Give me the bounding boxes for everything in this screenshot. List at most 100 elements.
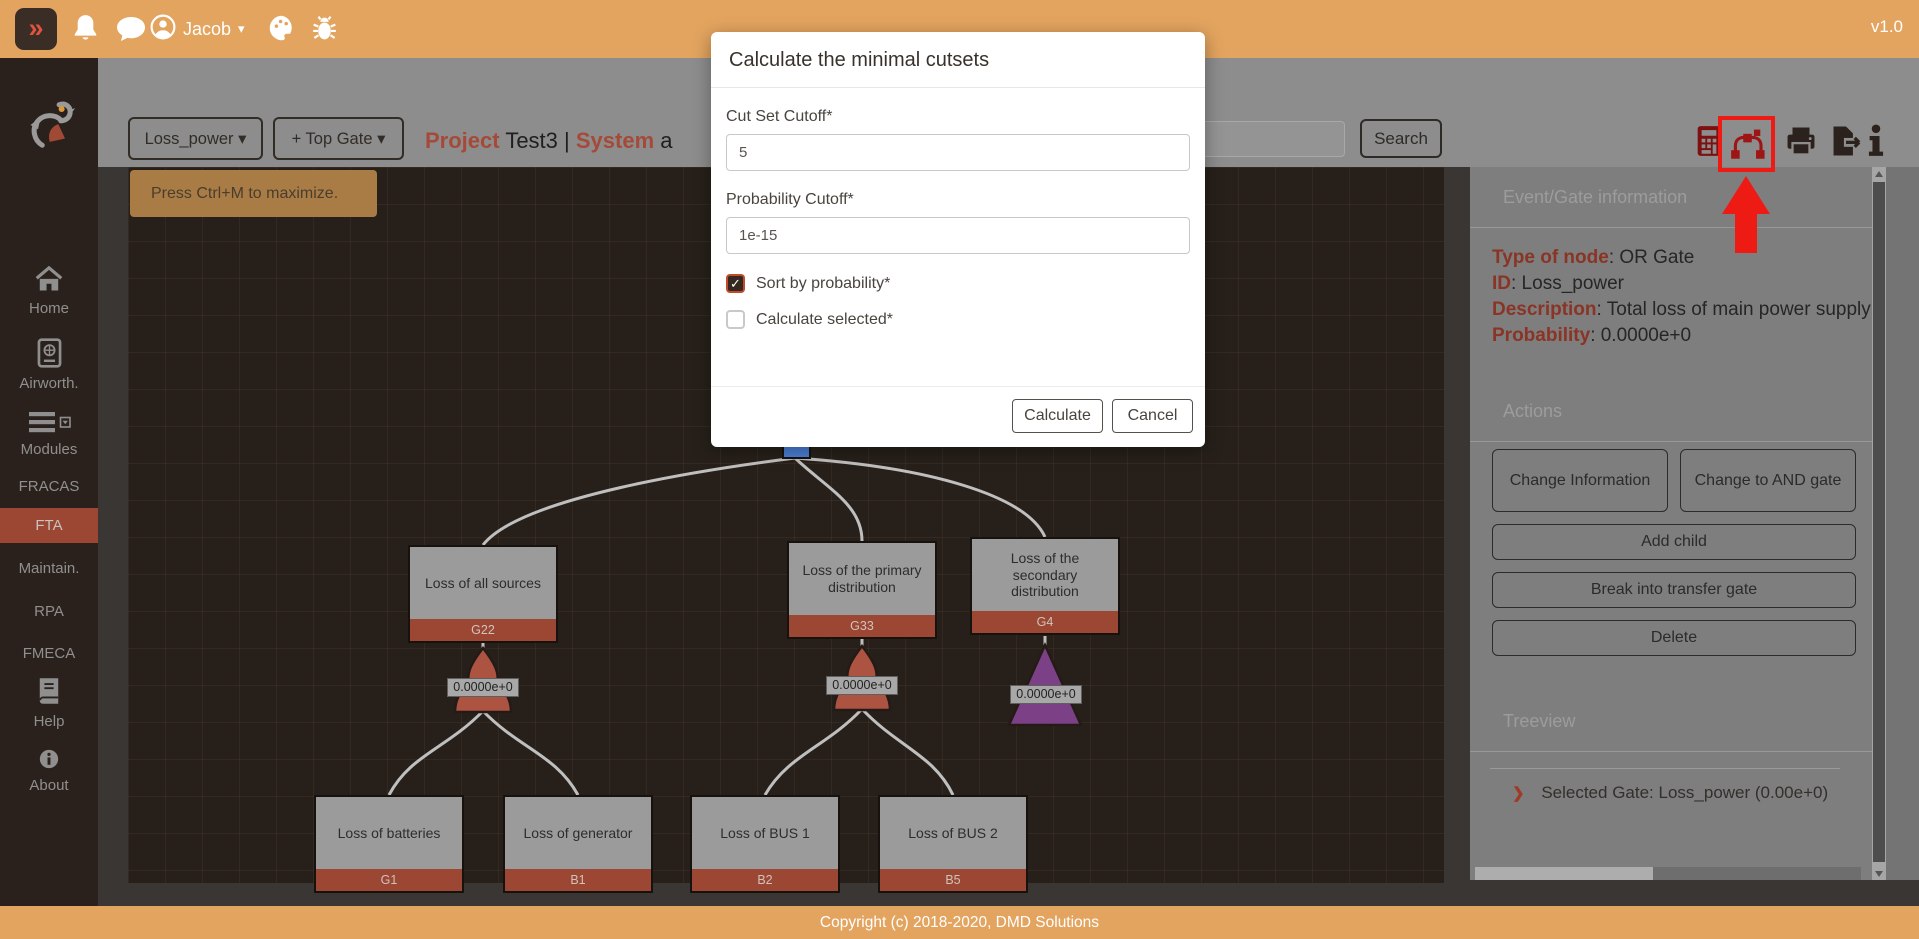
delete-button[interactable]: Delete [1492,620,1856,656]
footer: Copyright (c) 2018-2020, DMD Solutions [0,906,1919,939]
info-value: : Loss_power [1511,273,1624,294]
tree-node-label: Loss of all sources [410,547,556,619]
gate-probability-label: 0.0000e+0 [1010,685,1082,704]
node-selector-dropdown[interactable]: Loss_power ▾ [128,117,263,160]
system-label: System [576,128,654,153]
scroll-up-arrow-icon[interactable] [1875,171,1883,177]
sidebar-item-about[interactable]: About [0,748,98,794]
cut-set-cutoff-label: Cut Set Cutoff* [726,108,1190,126]
info-label: Probability [1492,325,1590,346]
info-line: Description: Total loss of main power su… [1492,297,1871,323]
info-circle-icon [38,748,60,770]
event-gate-info: Type of node: OR Gate ID: Loss_power Des… [1492,245,1871,349]
change-information-button[interactable]: Change Information [1492,449,1668,512]
tree-node-id: G4 [972,611,1118,633]
cancel-button[interactable]: Cancel [1112,399,1193,433]
probability-cutoff-label: Probability Cutoff* [726,191,1190,209]
vertical-scrollbar[interactable] [1872,167,1886,880]
caret-down-icon: ▾ [238,130,246,148]
add-child-button[interactable]: Add child [1492,524,1856,560]
chevron-right-icon: ❯ [1512,785,1525,802]
bug-report-icon[interactable] [310,14,339,48]
sidebar-expand-button[interactable]: » [15,8,57,50]
tree-node-G22[interactable]: Loss of all sources G22 [408,545,558,643]
tree-node-label: Loss of the secondary distribution [972,539,1118,611]
info-value: : Total loss of main power supply [1597,299,1871,320]
info-line: ID: Loss_power [1492,271,1871,297]
gate-probability-label: 0.0000e+0 [447,678,519,697]
tree-node-id: B5 [880,869,1026,891]
sidebar-item-label: RPA [34,603,64,620]
info-label: Type of node [1492,247,1609,268]
bird-logo-icon [22,92,76,158]
checkbox-label: Sort by probability* [756,275,890,293]
divider [1490,768,1840,769]
page-title: Project Test3 | System a [425,128,673,154]
home-icon [34,266,64,293]
sidebar: Home Airworth. Modules FRACAS FTA Mainta… [0,58,98,906]
treeview-section-header: Treeview [1470,691,1872,752]
event-gate-panel: Event/Gate information Type of node: OR … [1470,167,1872,880]
info-label: Description [1492,299,1597,320]
info-line: Type of node: OR Gate [1492,245,1871,271]
add-top-gate-dropdown[interactable]: + Top Gate ▾ [273,117,404,160]
scrollbar-thumb[interactable] [1653,867,1861,880]
sidebar-item-fta[interactable]: FTA [0,508,98,543]
calculate-selected-checkbox[interactable]: Calculate selected* [726,310,1190,329]
checkbox-label: Calculate selected* [756,311,893,329]
cut-set-cutoff-input[interactable] [726,134,1190,171]
tree-node-G33[interactable]: Loss of the primary distribution G33 [787,541,937,639]
tree-node-G1[interactable]: Loss of batteries G1 [314,795,464,893]
sidebar-item-rpa[interactable]: RPA [0,603,98,620]
sidebar-item-airworthiness[interactable]: Airworth. [0,338,98,392]
tree-node-G4[interactable]: Loss of the secondary distribution G4 [970,537,1120,635]
sidebar-item-modules[interactable]: Modules [0,410,98,458]
treeview-selected-gate-label: Selected Gate: Loss_power (0.00e+0) [1541,783,1828,802]
sidebar-item-help[interactable]: Help [0,676,98,730]
info-value: : OR Gate [1609,247,1695,268]
tree-node-label: Loss of the primary distribution [789,543,935,615]
tree-node-id: B1 [505,869,651,891]
gate-probability-label: 0.0000e+0 [826,676,898,695]
caret-down-icon: ▾ [238,21,245,37]
user-menu[interactable]: Jacob ▾ [150,12,245,46]
system-name: a [660,128,672,153]
sidebar-item-fmeca[interactable]: FMECA [0,645,98,662]
checkbox-checked-icon: ✓ [726,274,745,293]
maximize-hint: Press Ctrl+M to maximize. [130,170,377,217]
tree-node-B1[interactable]: Loss of generator B1 [503,795,653,893]
search-button[interactable]: Search [1360,119,1442,158]
print-icon[interactable] [1784,124,1818,163]
break-into-transfer-gate-button[interactable]: Break into transfer gate [1492,572,1856,608]
sort-by-probability-checkbox[interactable]: ✓ Sort by probability* [726,274,1190,293]
tree-node-B2[interactable]: Loss of BUS 1 B2 [690,795,840,893]
sidebar-item-home[interactable]: Home [0,266,98,317]
project-label: Project [425,128,500,153]
actions-section-header: Actions [1470,381,1872,442]
export-icon[interactable] [1828,124,1864,163]
app-version: v1.0 [1871,17,1903,37]
sidebar-item-label: Home [0,300,98,317]
red-arrow-annotation [1722,176,1770,214]
info-line: Probability: 0.0000e+0 [1492,323,1871,349]
sidebar-item-fracas[interactable]: FRACAS [0,478,98,495]
info-icon[interactable] [1866,124,1886,163]
scrollbar-thumb[interactable] [1873,182,1885,862]
probability-cutoff-input[interactable] [726,217,1190,254]
calculate-button[interactable]: Calculate [1012,399,1103,433]
theme-palette-icon[interactable] [268,14,296,47]
chat-icon[interactable] [116,16,146,47]
change-to-and-gate-button[interactable]: Change to AND gate [1680,449,1856,512]
tree-node-B5[interactable]: Loss of BUS 2 B5 [878,795,1028,893]
treeview-selected-gate[interactable]: ❯ Selected Gate: Loss_power (0.00e+0) [1512,783,1828,803]
info-value: : 0.0000e+0 [1590,325,1691,346]
tree-node-id: G22 [410,619,556,641]
double-chevron-icon: » [28,13,43,43]
app-logo [0,92,98,162]
sidebar-item-maintain[interactable]: Maintain. [0,560,98,577]
notifications-bell-icon[interactable] [72,14,99,48]
panel-horizontal-scrollbar[interactable] [1475,867,1861,880]
scroll-down-arrow-icon[interactable] [1875,871,1883,877]
tree-node-id: B2 [692,869,838,891]
project-name: Test3 [505,128,558,153]
